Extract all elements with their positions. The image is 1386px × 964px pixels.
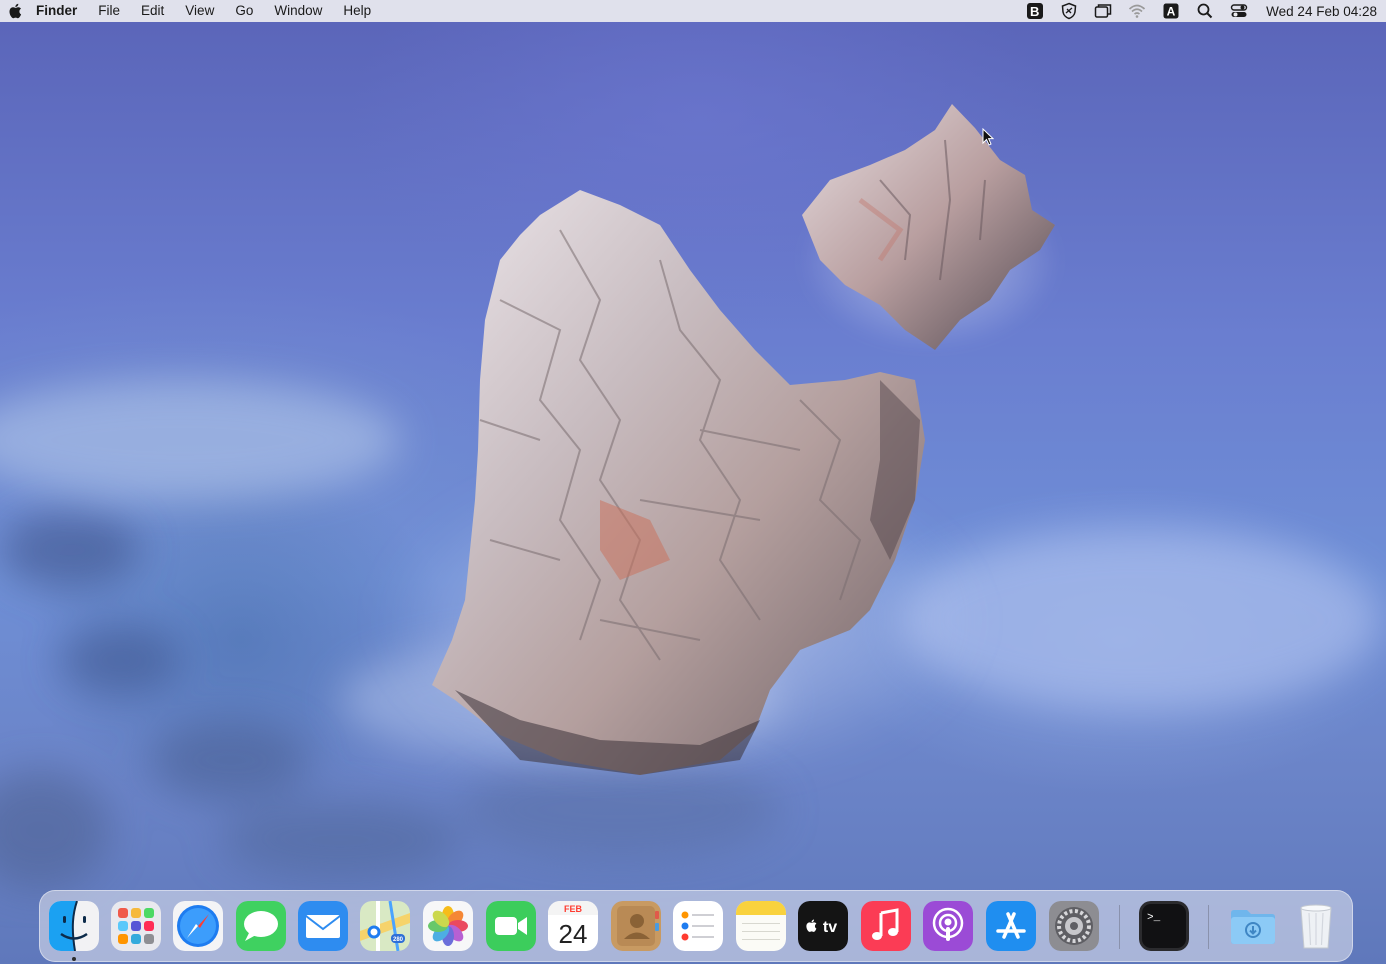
menu-help[interactable]: Help	[343, 0, 371, 22]
dock-item-app-store[interactable]	[986, 901, 1036, 951]
dock-item-reminders[interactable]	[673, 901, 723, 951]
maps-badge: 280	[393, 937, 404, 943]
tv-label: tv	[823, 919, 837, 936]
dock-separator	[1208, 905, 1209, 949]
svg-text:B: B	[1030, 4, 1039, 19]
small-rock	[800, 104, 1060, 350]
photos-icon	[423, 901, 473, 951]
wifi-icon[interactable]	[1128, 2, 1146, 20]
dock-item-photos[interactable]	[423, 901, 473, 951]
dock-item-tv[interactable]: tv	[798, 901, 848, 951]
dock-item-contacts[interactable]	[611, 901, 661, 951]
menu-app-name[interactable]: Finder	[36, 0, 77, 22]
system-preferences-icon	[1049, 901, 1099, 951]
calendar-month: FEB	[564, 904, 583, 914]
input-source-icon[interactable]: A	[1162, 2, 1180, 20]
contacts-icon	[611, 901, 661, 951]
dock: 280 FEB 24 tv >_	[39, 890, 1353, 962]
menu-edit[interactable]: Edit	[141, 0, 164, 22]
dock-item-finder[interactable]	[49, 901, 99, 951]
messages-icon	[236, 901, 286, 951]
menu-bar-clock[interactable]: Wed 24 Feb 04:28	[1266, 4, 1377, 19]
facetime-icon	[486, 901, 536, 951]
dock-item-terminal[interactable]: >_	[1139, 901, 1189, 951]
dock-item-podcasts[interactable]	[923, 901, 973, 951]
menu-view[interactable]: View	[185, 0, 214, 22]
mouse-cursor-icon	[982, 128, 994, 146]
dock-item-safari[interactable]	[173, 901, 223, 951]
calendar-icon: FEB 24	[548, 901, 598, 951]
dock-item-system-preferences[interactable]	[1049, 901, 1099, 951]
desktop-wallpaper	[0, 0, 1386, 964]
terminal-icon: >_	[1139, 901, 1189, 951]
menu-file[interactable]: File	[98, 0, 120, 22]
terminal-prompt: >_	[1147, 912, 1161, 924]
dock-item-trash[interactable]	[1291, 901, 1341, 951]
menu-window[interactable]: Window	[274, 0, 322, 22]
finder-running-indicator	[72, 957, 76, 961]
apple-menu-icon[interactable]	[8, 3, 22, 19]
maps-icon: 280	[360, 901, 410, 951]
notes-icon	[736, 901, 786, 951]
mail-icon	[298, 901, 348, 951]
app-store-icon	[986, 901, 1036, 951]
finder-icon	[49, 901, 99, 951]
spotlight-search-icon[interactable]	[1196, 2, 1214, 20]
vpn-shield-icon[interactable]	[1060, 2, 1078, 20]
screen-mirroring-icon[interactable]	[1094, 2, 1112, 20]
reminders-icon	[673, 901, 723, 951]
apple-tv-icon: tv	[798, 901, 848, 951]
downloads-folder-icon	[1231, 910, 1275, 944]
dock-item-launchpad[interactable]	[111, 901, 161, 951]
podcasts-icon	[923, 901, 973, 951]
dock-item-downloads[interactable]	[1228, 901, 1278, 951]
safari-icon	[173, 901, 223, 951]
menu-bar-status-area: B A Wed 24 Feb 04:28	[1026, 0, 1386, 22]
music-icon	[861, 901, 911, 951]
dock-item-maps[interactable]: 280	[360, 901, 410, 951]
dock-item-facetime[interactable]	[486, 901, 536, 951]
bbedit-icon[interactable]: B	[1026, 2, 1044, 20]
menu-bar: Finder File Edit View Go Window Help B A…	[0, 0, 1386, 22]
rock-wallpaper-image	[0, 104, 1380, 890]
calendar-day: 24	[559, 919, 588, 949]
menu-go[interactable]: Go	[235, 0, 253, 22]
dock-separator	[1119, 905, 1120, 949]
input-source-label: A	[1167, 5, 1176, 19]
dock-item-calendar[interactable]: FEB 24	[548, 901, 598, 951]
dock-item-mail[interactable]	[298, 901, 348, 951]
control-center-icon[interactable]	[1230, 2, 1248, 20]
dock-item-notes[interactable]	[736, 901, 786, 951]
launchpad-icon	[111, 901, 161, 951]
dock-item-music[interactable]	[861, 901, 911, 951]
trash-icon	[1300, 904, 1332, 949]
dock-item-messages[interactable]	[236, 901, 286, 951]
